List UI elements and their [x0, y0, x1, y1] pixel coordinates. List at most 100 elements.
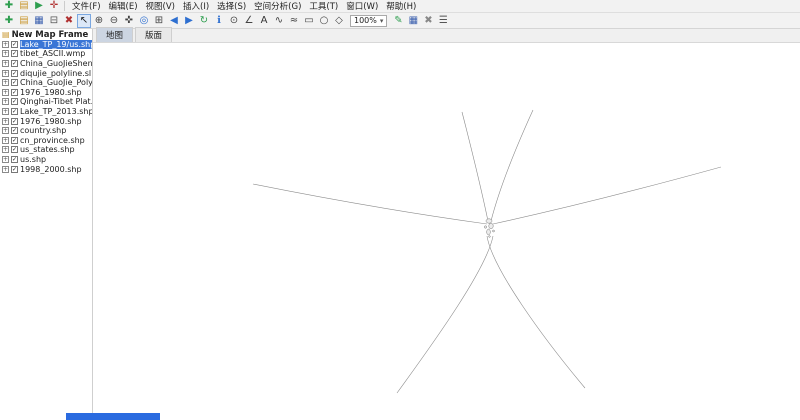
expander-icon[interactable]: + — [2, 98, 9, 106]
text-tool-icon[interactable]: A — [257, 14, 271, 28]
expander-icon[interactable]: + — [2, 79, 9, 87]
layer-checkbox[interactable]: ✓ — [11, 88, 18, 96]
save-edits-icon[interactable]: ▦ — [406, 14, 420, 28]
menu-item[interactable]: 空间分析(G) — [250, 0, 305, 12]
layer-checkbox[interactable]: ✓ — [11, 146, 18, 154]
toc-layer-item[interactable]: + ✓ China_GuoJie_Poly... — [0, 78, 92, 88]
sketch-pencil-icon[interactable]: ✎ — [391, 14, 405, 28]
layer-checkbox[interactable]: ✓ — [11, 156, 18, 164]
zoom-in-icon[interactable]: ⊕ — [92, 14, 106, 28]
back-extent-icon[interactable]: ◀ — [167, 14, 181, 28]
toc-layer-item[interactable]: + ✓ tibet_ASCII.wmp — [0, 49, 92, 59]
toc-layer-item[interactable]: + ✓ Qinghai-Tibet Plat... — [0, 97, 92, 107]
layer-checkbox[interactable]: ✓ — [11, 98, 18, 106]
menu-item[interactable]: 视图(V) — [142, 0, 179, 12]
toc-layer-item[interactable]: + ✓ 1976_1980.shp — [0, 116, 92, 126]
line-tool-icon[interactable]: ∿ — [272, 14, 286, 28]
expander-icon[interactable]: + — [2, 108, 9, 116]
quick-access-toolbar: ✚ ▤ ▶ ✛ — [2, 0, 61, 13]
delete-icon[interactable]: ✖ — [62, 14, 76, 28]
add-data-icon[interactable]: ✚ — [2, 14, 16, 28]
find-icon[interactable]: ⊙ — [227, 14, 241, 28]
toc-layer-item[interactable]: + ✓ Lake_TP_19/us.shp — [0, 39, 92, 50]
new-item-icon[interactable]: ✛ — [47, 0, 61, 13]
circle-tool-icon[interactable]: ○ — [317, 14, 331, 28]
tab-map[interactable]: 地图 — [96, 27, 134, 42]
menu-item[interactable]: 帮助(H) — [382, 0, 420, 12]
toc-layer-item[interactable]: + ✓ us_states.shp — [0, 145, 92, 155]
layer-checkbox[interactable]: ✓ — [11, 79, 18, 87]
menu-item[interactable]: 工具(T) — [305, 0, 342, 12]
toc-layer-item[interactable]: + ✓ diqujie_polyline.sl — [0, 68, 92, 78]
layer-label: us_states.shp — [20, 145, 75, 155]
map-frame-icon: ▤ — [2, 30, 10, 40]
expander-icon[interactable]: + — [2, 88, 9, 96]
expander-icon[interactable]: + — [2, 117, 9, 125]
forward-extent-icon[interactable]: ▶ — [182, 14, 196, 28]
toc-layer-item[interactable]: + ✓ cn_province.shp — [0, 136, 92, 146]
toc-layer-item[interactable]: + ✓ 1998_2000.shp — [0, 164, 92, 174]
list-menu-icon[interactable]: ☰ — [436, 14, 450, 28]
close-icon[interactable]: ✖ — [421, 14, 435, 28]
tab-layout[interactable]: 版面 — [135, 27, 173, 42]
print-icon[interactable]: ⊟ — [47, 14, 61, 28]
toc-layer-item[interactable]: + ✓ Lake_TP_2013.shp — [0, 107, 92, 117]
run-icon[interactable]: ▶ — [32, 0, 46, 13]
layer-checkbox[interactable]: ✓ — [11, 136, 18, 144]
open-project-icon[interactable]: ▤ — [17, 0, 31, 13]
expander-icon[interactable]: + — [2, 156, 9, 164]
layer-checkbox[interactable]: ✓ — [11, 50, 18, 58]
expander-icon[interactable]: + — [2, 60, 9, 68]
full-extent-icon[interactable]: ◎ — [137, 14, 151, 28]
expander-icon[interactable]: + — [2, 69, 9, 77]
toc-layer-item[interactable]: + ✓ country.shp — [0, 126, 92, 136]
layer-checkbox[interactable]: ✓ — [11, 40, 18, 48]
layer-label: diqujie_polyline.sl — [20, 68, 92, 78]
expander-icon[interactable]: + — [2, 127, 9, 135]
pan-icon[interactable]: ✜ — [122, 14, 136, 28]
add-frame-icon[interactable]: ✚ — [2, 0, 16, 13]
menu-item[interactable]: 窗口(W) — [342, 0, 382, 12]
layer-checkbox[interactable]: ✓ — [11, 165, 18, 173]
toolbar-left-group: ✚ ▤ ▦ ⊟ ✖ ↖ ⊕ ⊖ ✜ ◎ ⊞ ◀ ▶ ↻ ℹ ⊙ ∠ A ∿ ≈ ▭ ○ ◇ — [2, 13, 346, 28]
toc-root-item[interactable]: ▤ New Map Frame — [0, 30, 92, 40]
menu-bar: ✚ ▤ ▶ ✛ 文件(F) 编辑(E) 视图(V) 插入(I) 选择(S) 空间分析(G) 工具(… — [0, 0, 800, 13]
chevron-down-icon: ▾ — [379, 16, 384, 25]
refresh-icon[interactable]: ↻ — [197, 14, 211, 28]
layer-label: China_GuoJie_Poly... — [20, 78, 92, 88]
expander-icon[interactable]: + — [2, 146, 9, 154]
measure-icon[interactable]: ∠ — [242, 14, 256, 28]
layer-label: 1976_1980.shp — [20, 116, 82, 126]
separator — [64, 1, 65, 11]
layer-checkbox[interactable]: ✓ — [11, 108, 18, 116]
layer-checkbox[interactable]: ✓ — [11, 117, 18, 125]
toc-layer-item[interactable]: + ✓ us.shp — [0, 155, 92, 165]
curve-tool-icon[interactable]: ≈ — [287, 14, 301, 28]
menu-item[interactable]: 编辑(E) — [105, 0, 142, 12]
zoom-level-select[interactable]: 100% ▾ — [350, 14, 388, 27]
toc-layer-item[interactable]: + ✓ China_GuoJieShen... — [0, 59, 92, 69]
menu-item[interactable]: 选择(S) — [213, 0, 250, 12]
menu-item[interactable]: 文件(F) — [68, 0, 105, 12]
expander-icon[interactable]: + — [2, 40, 9, 48]
layer-checkbox[interactable]: ✓ — [11, 69, 18, 77]
open-map-icon[interactable]: ▤ — [17, 14, 31, 28]
polygon-tool-icon[interactable]: ◇ — [332, 14, 346, 28]
layer-label: Lake_TP_2013.shp — [20, 107, 92, 117]
select-tool-icon[interactable]: ↖ — [77, 13, 91, 28]
map-canvas[interactable] — [93, 43, 800, 420]
expander-icon[interactable]: + — [2, 50, 9, 58]
menu-item[interactable]: 插入(I) — [179, 0, 213, 12]
toc-layer-item[interactable]: + ✓ 1976_1980.shp — [0, 88, 92, 98]
expander-icon[interactable]: + — [2, 165, 9, 173]
rectangle-tool-icon[interactable]: ▭ — [302, 14, 316, 28]
save-icon[interactable]: ▦ — [32, 14, 46, 28]
layer-checkbox[interactable]: ✓ — [11, 60, 18, 68]
expander-icon[interactable]: + — [2, 136, 9, 144]
zoom-out-icon[interactable]: ⊖ — [107, 14, 121, 28]
layer-checkbox[interactable]: ✓ — [11, 127, 18, 135]
fixed-zoom-icon[interactable]: ⊞ — [152, 14, 166, 28]
layer-label: 1998_2000.shp — [20, 164, 82, 174]
identify-icon[interactable]: ℹ — [212, 14, 226, 28]
lake-polygons — [484, 218, 495, 238]
